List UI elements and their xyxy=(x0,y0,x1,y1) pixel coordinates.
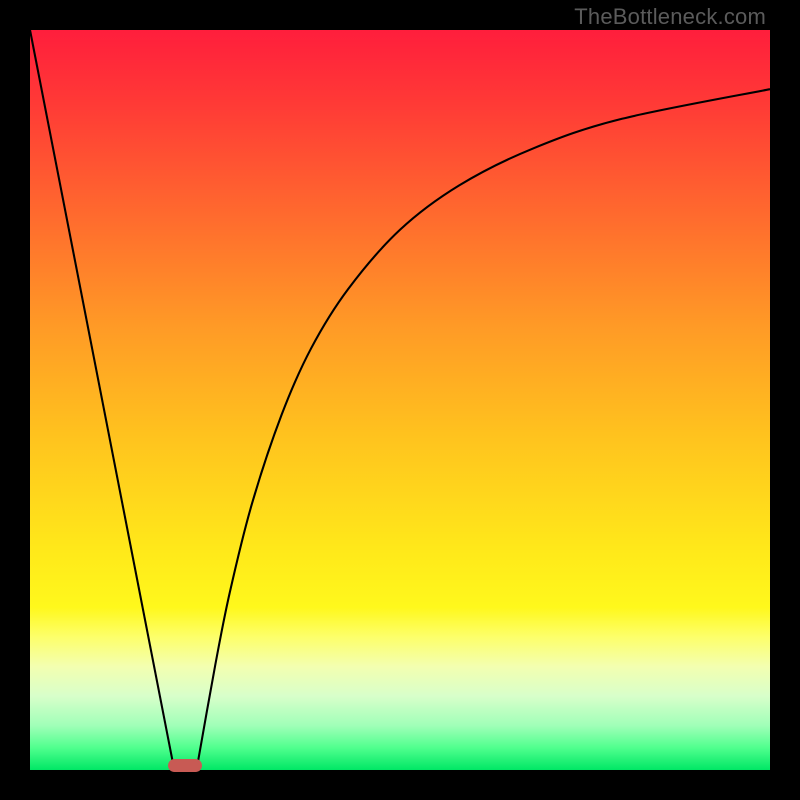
bottleneck-marker xyxy=(168,759,202,772)
right-curve-segment xyxy=(197,89,771,770)
plot-area xyxy=(30,30,770,770)
watermark-text: TheBottleneck.com xyxy=(574,4,766,30)
left-line-segment xyxy=(30,30,174,770)
chart-frame: TheBottleneck.com xyxy=(0,0,800,800)
bottleneck-curve xyxy=(30,30,770,770)
